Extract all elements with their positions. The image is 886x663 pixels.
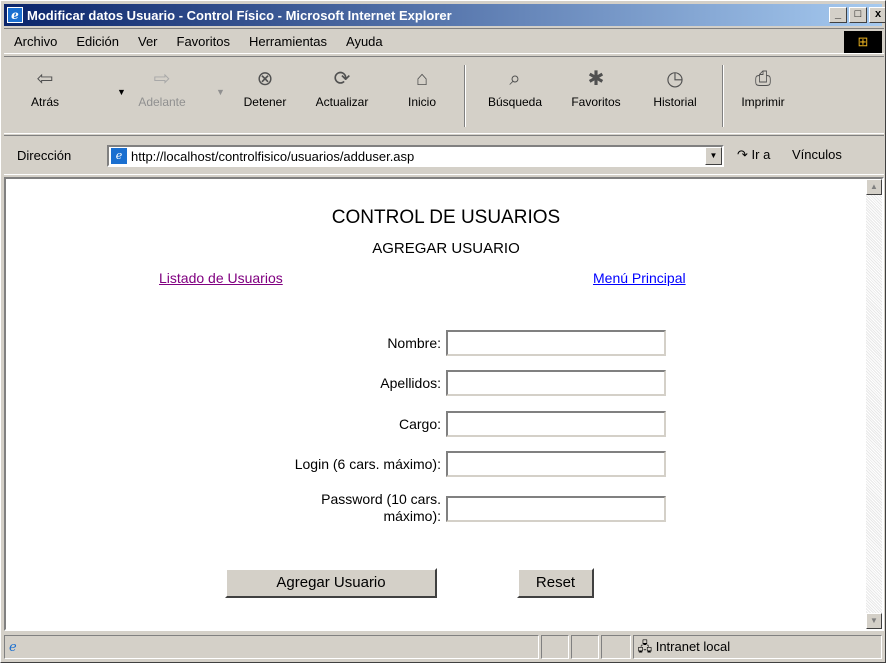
- page-subtitle: AGREGAR USUARIO: [372, 240, 520, 257]
- search-button[interactable]: ⌕ Búsqueda: [479, 63, 551, 109]
- login-label: Login (6 cars. máximo):: [294, 456, 441, 472]
- vertical-scrollbar[interactable]: ▲ ▼: [866, 179, 882, 629]
- apellidos-label: Apellidos:: [380, 375, 441, 391]
- forward-button[interactable]: ⇨ Adelante: [132, 63, 192, 109]
- nombre-input[interactable]: [446, 330, 666, 356]
- toolbar-separator: [464, 65, 466, 127]
- print-button[interactable]: ⎙ Imprimir: [732, 63, 794, 109]
- reset-button[interactable]: Reset: [517, 568, 594, 598]
- maximize-button[interactable]: □: [849, 7, 867, 23]
- back-label: Atrás: [30, 95, 59, 109]
- password-label: Password (10 cars. máximo):: [321, 491, 441, 524]
- close-button[interactable]: x: [869, 7, 885, 23]
- nombre-label: Nombre:: [387, 335, 441, 351]
- browser-window: e Modificar datos Usuario - Control Físi…: [0, 0, 886, 663]
- main-menu-link[interactable]: Menú Principal: [593, 270, 686, 286]
- cargo-label: Cargo:: [398, 416, 441, 432]
- login-input[interactable]: [446, 451, 666, 477]
- search-label: Búsqueda: [487, 95, 543, 109]
- go-arrow-icon: ↷: [737, 147, 748, 162]
- stop-button[interactable]: ⊗ Detener: [236, 63, 294, 109]
- ie-app-icon[interactable]: e: [7, 7, 23, 23]
- home-icon: ⌂: [415, 68, 429, 90]
- toolbar-separator: [722, 65, 724, 127]
- refresh-button[interactable]: ⟳ Actualizar: [306, 63, 378, 109]
- home-label: Inicio: [407, 95, 436, 109]
- cargo-input[interactable]: [446, 411, 666, 437]
- back-button[interactable]: ⇦ Atrás: [28, 63, 62, 109]
- address-bar: Dirección e http://localhost/controlfisi…: [4, 135, 884, 175]
- favorites-folder-icon: ✱: [587, 68, 605, 90]
- back-dropdown-icon[interactable]: ▼: [117, 87, 126, 97]
- home-button[interactable]: ⌂ Inicio: [399, 63, 445, 109]
- stop-icon: ⊗: [256, 68, 274, 90]
- back-arrow-icon: ⇦: [36, 68, 54, 90]
- title-bar: e Modificar datos Usuario - Control Físi…: [4, 4, 885, 26]
- zone-label: Intranet local: [655, 639, 731, 654]
- minimize-button[interactable]: _: [829, 7, 847, 23]
- windows-logo-icon: ⊞: [844, 31, 882, 53]
- history-button[interactable]: ◷ Historial: [644, 63, 706, 109]
- favorites-button[interactable]: ✱ Favoritos: [563, 63, 629, 109]
- password-input[interactable]: [446, 496, 666, 522]
- go-label: Ir a: [751, 147, 771, 162]
- status-pane: [540, 635, 569, 659]
- menu-favoritos[interactable]: Favoritos: [177, 34, 230, 49]
- history-icon: ◷: [666, 68, 684, 90]
- forward-label: Adelante: [138, 95, 186, 109]
- refresh-label: Actualizar: [315, 95, 369, 109]
- menu-ayuda[interactable]: Ayuda: [346, 34, 383, 49]
- printer-icon: ⎙: [755, 68, 771, 90]
- ie-status-icon: e: [9, 640, 17, 655]
- zone-pane: 🖧 Intranet local: [632, 635, 882, 659]
- print-label: Imprimir: [741, 95, 785, 109]
- address-url: http://localhost/controlfisico/usuarios/…: [131, 148, 415, 164]
- page-title: CONTROL DE USUARIOS: [331, 207, 561, 228]
- standard-toolbar: ⇦ Atrás ▼ ⇨ Adelante ▼ ⊗ Detener ⟳ Actua…: [4, 56, 884, 134]
- status-text-pane: e: [4, 635, 539, 659]
- menu-bar: Archivo Edición Ver Favoritos Herramient…: [4, 28, 884, 54]
- forward-arrow-icon: ⇨: [153, 68, 171, 90]
- user-list-link[interactable]: Listado de Usuarios: [159, 270, 283, 286]
- window-title: Modificar datos Usuario - Control Físico…: [27, 7, 452, 23]
- add-user-button[interactable]: Agregar Usuario: [225, 568, 437, 598]
- favorites-label: Favoritos: [571, 95, 621, 109]
- menu-edicion[interactable]: Edición: [76, 34, 119, 49]
- intranet-icon: 🖧: [637, 639, 653, 654]
- scroll-up-icon[interactable]: ▲: [866, 179, 882, 195]
- refresh-icon: ⟳: [333, 68, 351, 90]
- address-label: Dirección: [17, 147, 72, 163]
- links-button[interactable]: Vínculos: [792, 147, 842, 162]
- status-pane: [600, 635, 631, 659]
- address-input[interactable]: e http://localhost/controlfisico/usuario…: [107, 145, 724, 167]
- status-pane: [570, 635, 599, 659]
- scroll-down-icon[interactable]: ▼: [866, 613, 882, 629]
- menu-archivo[interactable]: Archivo: [14, 34, 57, 49]
- menu-ver[interactable]: Ver: [138, 34, 158, 49]
- address-dropdown-icon[interactable]: ▼: [705, 147, 722, 165]
- search-icon: ⌕: [509, 68, 521, 90]
- status-bar: e 🖧 Intranet local: [4, 635, 884, 661]
- history-label: Historial: [653, 95, 697, 109]
- go-button[interactable]: ↷ Ir a: [737, 147, 770, 163]
- stop-label: Detener: [243, 95, 287, 109]
- page-icon: e: [111, 148, 127, 164]
- page-content: CONTROL DE USUARIOS AGREGAR USUARIO List…: [4, 177, 884, 631]
- apellidos-input[interactable]: [446, 370, 666, 396]
- menu-herramientas[interactable]: Herramientas: [249, 34, 327, 49]
- forward-dropdown-icon[interactable]: ▼: [216, 87, 225, 97]
